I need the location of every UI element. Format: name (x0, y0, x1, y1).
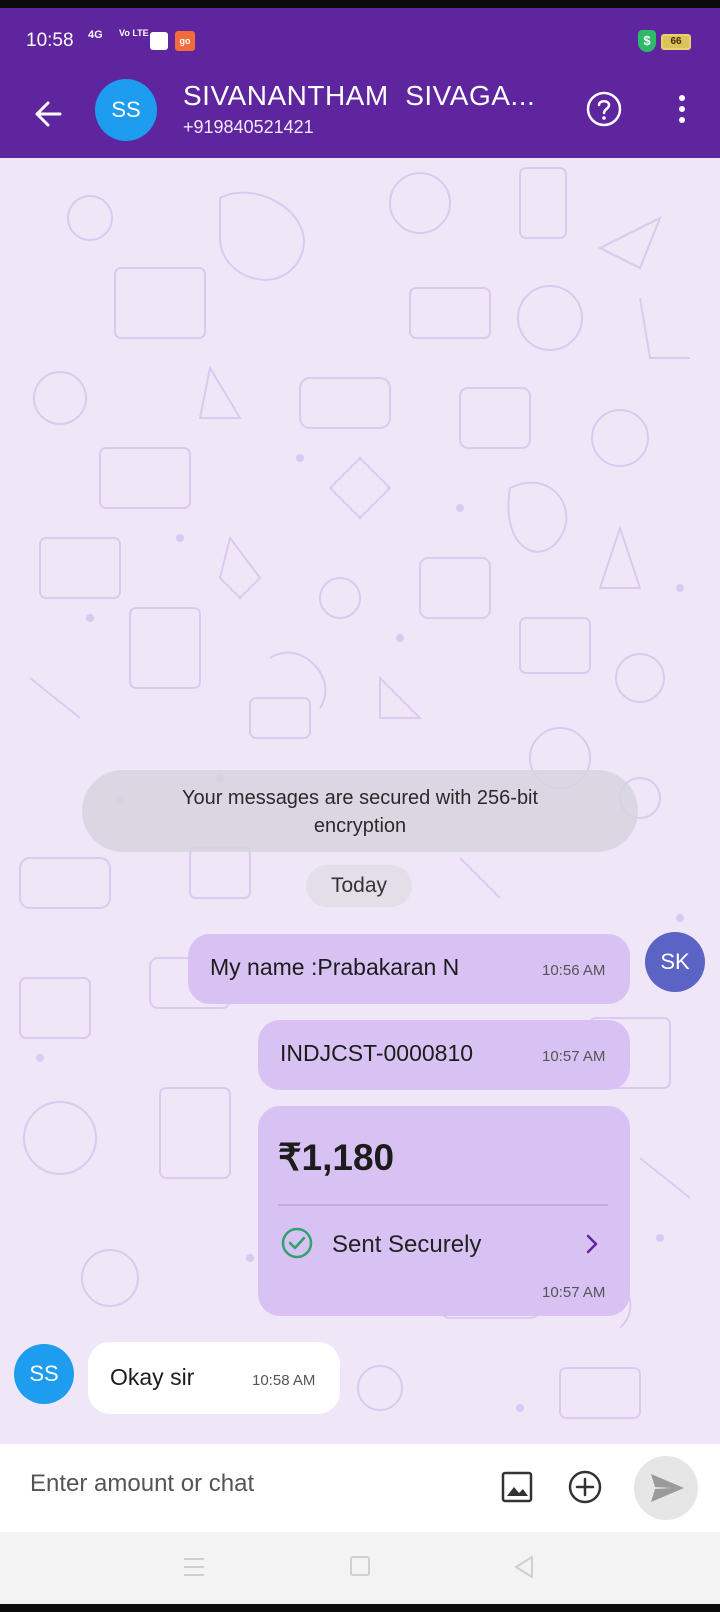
system-nav-bar (0, 1532, 720, 1604)
message-bubble-outgoing[interactable]: INDJCST-0000810 10:57 AM (258, 1020, 630, 1090)
image-icon[interactable] (500, 1470, 534, 1504)
message-text: INDJCST-0000810 (280, 1040, 474, 1066)
sender-avatar: SK (645, 932, 705, 992)
network-type-label: 4G (88, 29, 103, 41)
message-text: Okay sir (110, 1364, 195, 1390)
status-time: 10:58 (26, 30, 74, 51)
payment-amount: ₹1,180 (278, 1137, 395, 1178)
top-edge (0, 0, 720, 8)
check-circle-icon (281, 1227, 313, 1259)
message-time: 10:58 AM (252, 1372, 316, 1389)
signal-icon: 4G (88, 29, 103, 41)
home-nav-icon[interactable] (350, 1556, 370, 1576)
help-icon[interactable] (585, 90, 623, 128)
message-text: My name :Prabakaran N (210, 954, 460, 980)
menu-nav-icon[interactable] (182, 1556, 206, 1578)
payment-bubble[interactable]: ₹1,180 Sent Securely 10:57 AM (258, 1106, 630, 1316)
volte-icon: Vo LTE (119, 28, 149, 38)
add-circle-icon[interactable] (566, 1468, 604, 1506)
message-time: 10:57 AM (542, 1048, 606, 1065)
message-time: 10:57 AM (542, 1284, 606, 1301)
payment-divider (278, 1204, 608, 1206)
chevron-right-icon[interactable] (582, 1230, 602, 1258)
bottom-edge (0, 1604, 720, 1612)
date-chip: Today (306, 865, 412, 907)
security-icon: $ (638, 30, 656, 52)
battery-icon: 66 (661, 34, 691, 50)
messages-notification-icon (150, 32, 168, 50)
contact-phone: +919840521421 (183, 117, 314, 137)
contact-name[interactable]: SIVANANTHAM SIVAGA... (183, 80, 535, 112)
send-button[interactable] (634, 1456, 698, 1520)
message-bubble-incoming[interactable]: Okay sir 10:58 AM (88, 1342, 340, 1414)
encryption-notice: Your messages are secured with 256-bit e… (82, 770, 638, 852)
back-arrow-icon[interactable] (28, 94, 68, 134)
status-bar: 10:58 4G Vo LTE go $ 66 (0, 8, 720, 74)
contact-avatar[interactable]: SS (95, 79, 157, 141)
send-icon (651, 1474, 684, 1502)
chat-input[interactable]: Enter amount or chat (30, 1470, 254, 1498)
chat-header: SS SIVANANTHAM SIVAGA... +919840521421 (0, 74, 720, 158)
back-nav-icon[interactable] (512, 1554, 536, 1580)
app-notification-icon: go (175, 31, 195, 51)
more-vert-icon[interactable] (672, 90, 692, 128)
composer-bar: Enter amount or chat (0, 1444, 720, 1532)
receiver-avatar: SS (14, 1344, 74, 1404)
message-time: 10:56 AM (542, 962, 606, 979)
message-bubble-outgoing[interactable]: My name :Prabakaran N 10:56 AM (188, 934, 630, 1004)
chat-area[interactable]: Your messages are secured with 256-bit e… (0, 158, 720, 1444)
payment-status: Sent Securely (332, 1231, 482, 1258)
